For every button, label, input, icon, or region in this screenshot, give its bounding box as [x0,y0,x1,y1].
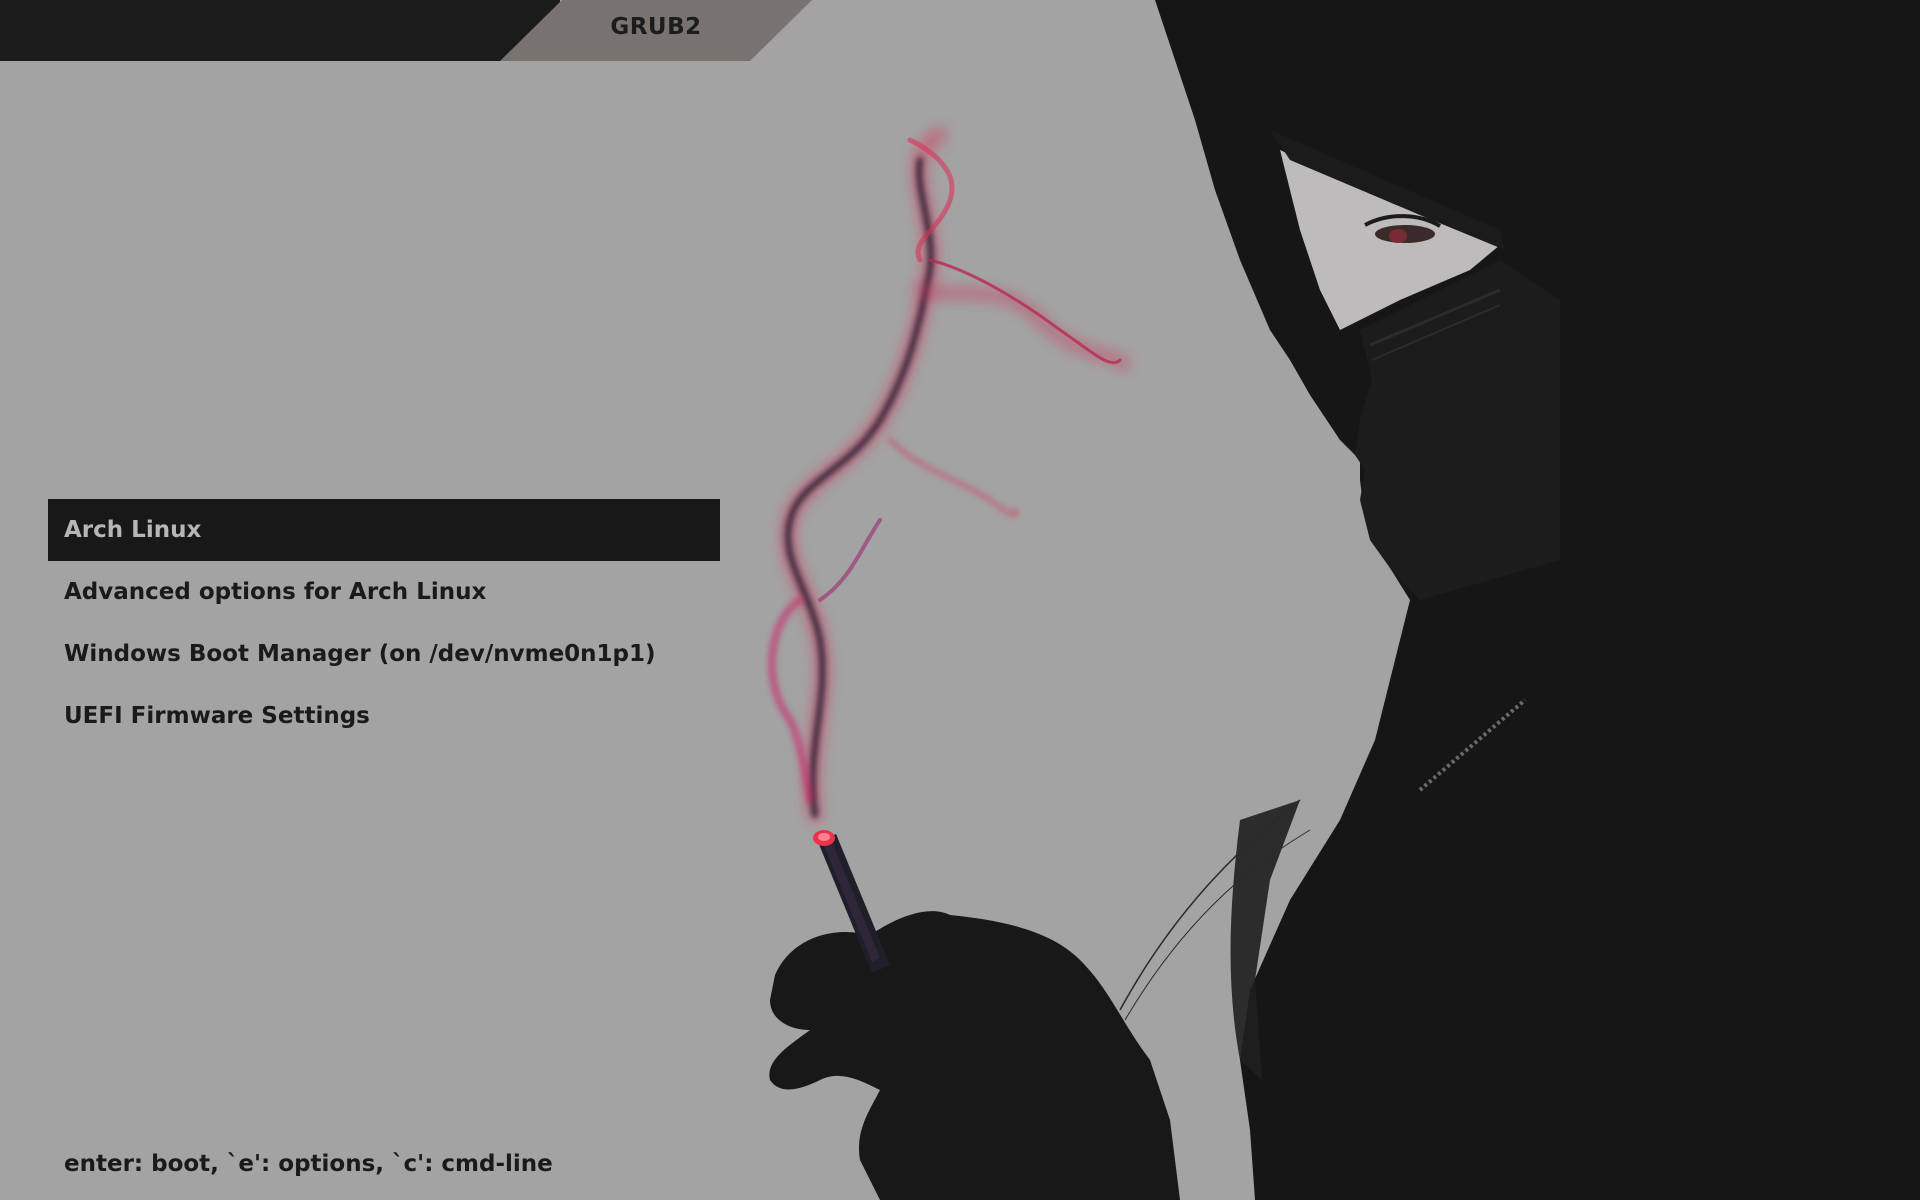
hooded-figure-silhouette [1155,0,1920,1200]
smoke-plume [772,135,1125,815]
hand-silhouette [769,911,1180,1200]
boot-entry-advanced-options[interactable]: Advanced options for Arch Linux [48,561,720,623]
boot-entry-windows-boot-manager[interactable]: Windows Boot Manager (on /dev/nvme0n1p1) [48,623,720,685]
boot-entry-uefi-firmware-settings[interactable]: UEFI Firmware Settings [48,685,720,747]
boot-menu: Arch Linux Advanced options for Arch Lin… [48,499,720,747]
top-bar [0,0,560,61]
page-title: GRUB2 [562,14,750,40]
help-text: enter: boot, `e': options, `c': cmd-line [64,1151,553,1177]
boot-entry-arch-linux[interactable]: Arch Linux [48,499,720,561]
